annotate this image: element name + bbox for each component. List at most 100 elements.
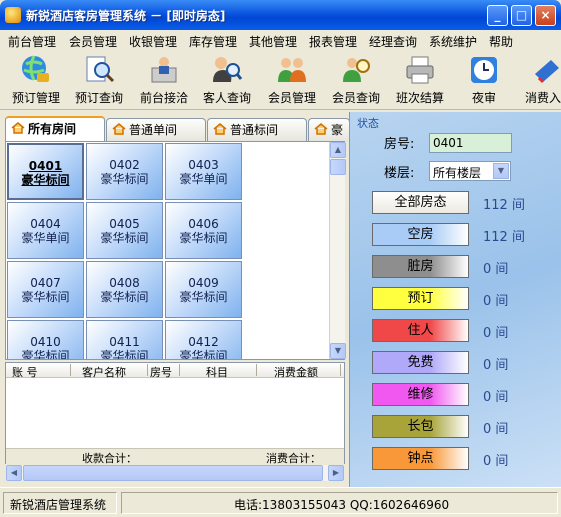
- scroll-left-icon[interactable]: ◀: [6, 465, 22, 481]
- scroll-up-icon[interactable]: ▲: [330, 142, 346, 158]
- status-panel: 状态 房号: 0401 楼层: 所有楼层 ▼ 全部房态 112 间 空房 112 …: [349, 112, 561, 487]
- btn-all-status[interactable]: 全部房态: [372, 191, 469, 214]
- status-app-name: 新锐酒店管理系统: [3, 492, 117, 514]
- house-icon: [314, 123, 328, 135]
- tab-standard-twin[interactable]: 普通标间: [207, 118, 307, 142]
- room-card[interactable]: 0401 豪华标间: [7, 143, 84, 200]
- person-search-icon: [213, 57, 243, 82]
- btn-long-term[interactable]: 长包: [372, 415, 469, 438]
- menu-front-desk[interactable]: 前台管理: [8, 33, 56, 50]
- app-icon: [5, 7, 21, 23]
- room-card[interactable]: 0402 豪华标间: [86, 143, 163, 200]
- chevron-down-icon[interactable]: ▼: [493, 163, 509, 179]
- sum-consume-label: 消费合计：: [266, 452, 321, 465]
- house-icon: [11, 122, 25, 134]
- count-repair: 0 间: [483, 390, 509, 405]
- scroll-down-icon[interactable]: ▼: [330, 343, 346, 359]
- clock-icon: [471, 57, 497, 83]
- menu-bar: 前台管理 会员管理 收银管理 库存管理 其他管理 报表管理 经理查询 系统维护 …: [0, 30, 561, 50]
- table-hscrollbar[interactable]: ◀ ▶: [6, 465, 344, 481]
- tool-shift-settle[interactable]: 班次结算: [391, 52, 449, 108]
- count-free: 0 间: [483, 358, 509, 373]
- house-icon: [112, 123, 126, 135]
- count-reserved: 0 间: [483, 294, 509, 309]
- minimize-button[interactable]: _: [487, 5, 508, 26]
- room-card[interactable]: 0408 豪华标间: [86, 261, 163, 318]
- col-room-no[interactable]: 房号: [150, 364, 172, 380]
- hscroll-thumb[interactable]: [23, 465, 323, 481]
- title-bar[interactable]: 新锐酒店客房管理系统 － [即时房态] _ □ ×: [0, 0, 561, 30]
- globe-phone-icon: [22, 55, 49, 82]
- house-icon: [213, 123, 227, 135]
- btn-repair[interactable]: 维修: [372, 383, 469, 406]
- table-header: 账 号 客户名称 房号 科目 消费金额: [6, 363, 344, 380]
- room-card[interactable]: 0411 豪华标间: [86, 320, 163, 359]
- count-all: 112 间: [483, 198, 525, 213]
- tab-standard-single[interactable]: 普通单间: [106, 118, 206, 142]
- room-no-input[interactable]: 0401: [429, 133, 512, 153]
- count-occupied: 0 间: [483, 326, 509, 341]
- floor-select[interactable]: 所有楼层 ▼: [429, 161, 511, 181]
- tool-consume-entry[interactable]: 消费入: [518, 52, 561, 108]
- tool-member-query[interactable]: 会员查询: [327, 52, 385, 108]
- reception-icon: [151, 57, 177, 83]
- btn-hourly[interactable]: 钟点: [372, 447, 469, 470]
- magnifier-doc-icon: [86, 56, 115, 83]
- menu-reports[interactable]: 报表管理: [309, 33, 357, 50]
- tool-front-reception[interactable]: 前台接洽: [135, 52, 193, 108]
- menu-other[interactable]: 其他管理: [249, 33, 297, 50]
- count-dirty: 0 间: [483, 262, 509, 277]
- member-search-icon: [343, 58, 370, 82]
- maximize-button[interactable]: □: [511, 5, 532, 26]
- btn-free[interactable]: 免费: [372, 351, 469, 374]
- tool-reservation-query[interactable]: 预订查询: [70, 52, 128, 108]
- tool-reservation-manage[interactable]: 预订管理: [7, 52, 65, 108]
- window-title: 新锐酒店客房管理系统 － [即时房态]: [26, 9, 226, 23]
- sum-received-label: 收款合计：: [82, 452, 137, 465]
- scroll-right-icon[interactable]: ▶: [328, 465, 344, 481]
- tool-member-manage[interactable]: 会员管理: [263, 52, 321, 108]
- tool-night-audit[interactable]: 夜审: [455, 52, 513, 108]
- count-vacant: 112 间: [483, 230, 525, 245]
- tab-all-rooms[interactable]: 所有房间: [5, 116, 105, 143]
- consume-icon: [535, 60, 559, 84]
- summary-row: 收款合计： 消费合计：: [6, 448, 344, 465]
- room-tabs: 所有房间 普通单间 普通标间 豪: [0, 116, 350, 143]
- room-grid: 0401 豪华标间 0402 豪华标间 0403 豪华单间 0404 豪华单间 0405…: [5, 141, 345, 360]
- btn-occupied[interactable]: 住人: [372, 319, 469, 342]
- btn-reserved[interactable]: 预订: [372, 287, 469, 310]
- printer-icon: [406, 56, 434, 84]
- room-card[interactable]: 0407 豪华标间: [7, 261, 84, 318]
- menu-help[interactable]: 帮助: [489, 33, 513, 50]
- menu-manager[interactable]: 经理查询: [369, 33, 417, 50]
- room-card[interactable]: 0403 豪华单间: [165, 143, 242, 200]
- menu-system[interactable]: 系统维护: [429, 33, 477, 50]
- status-contact: 电话:13803155043 QQ:1602646960: [121, 492, 558, 514]
- tab-deluxe[interactable]: 豪: [308, 118, 350, 142]
- menu-cashier[interactable]: 收银管理: [129, 33, 177, 50]
- btn-vacant[interactable]: 空房: [372, 223, 469, 246]
- room-card[interactable]: 0405 豪华标间: [86, 202, 163, 259]
- menu-inventory[interactable]: 库存管理: [189, 33, 237, 50]
- room-card[interactable]: 0406 豪华标间: [165, 202, 242, 259]
- count-long-term: 0 间: [483, 422, 509, 437]
- room-no-label: 房号:: [384, 137, 415, 152]
- col-amount[interactable]: 消费金额: [274, 364, 318, 380]
- tool-guest-query[interactable]: 客人查询: [198, 52, 256, 108]
- room-card[interactable]: 0412 豪华标间: [165, 320, 242, 359]
- status-bar: 新锐酒店管理系统 电话:13803155043 QQ:1602646960: [0, 487, 561, 517]
- room-card[interactable]: 0410 豪华标间: [7, 320, 84, 359]
- room-card[interactable]: 0404 豪华单间: [7, 202, 84, 259]
- room-card[interactable]: 0409 豪华标间: [165, 261, 242, 318]
- members-icon: [278, 58, 306, 82]
- col-account[interactable]: 账 号: [12, 364, 38, 380]
- room-grid-scrollbar[interactable]: ▲ ▼: [329, 142, 346, 359]
- close-button[interactable]: ×: [535, 5, 556, 26]
- floor-label: 楼层:: [384, 166, 415, 181]
- menu-members[interactable]: 会员管理: [69, 33, 117, 50]
- btn-dirty[interactable]: 脏房: [372, 255, 469, 278]
- scroll-thumb[interactable]: [330, 159, 346, 175]
- col-customer-name[interactable]: 客户名称: [82, 364, 126, 380]
- col-item[interactable]: 科目: [206, 364, 228, 380]
- status-label: 状态: [357, 117, 379, 130]
